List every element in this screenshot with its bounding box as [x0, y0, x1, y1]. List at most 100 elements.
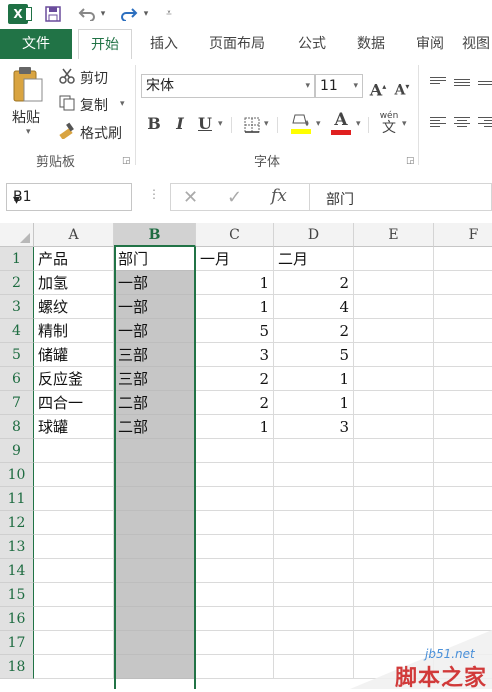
cell-d17[interactable]	[274, 631, 354, 655]
cell-f2[interactable]	[434, 271, 492, 295]
insert-function-icon[interactable]: fx	[271, 186, 287, 206]
cell-b8[interactable]: 二部	[114, 415, 196, 439]
column-header-a[interactable]: A	[34, 223, 114, 247]
cell-a2[interactable]: 加氢	[34, 271, 114, 295]
cell-e2[interactable]	[354, 271, 434, 295]
align-center-icon[interactable]	[454, 117, 470, 129]
cell-c1[interactable]: 一月	[196, 247, 274, 271]
cell-d2[interactable]: 2	[274, 271, 354, 295]
name-box[interactable]: B1 ▾	[6, 183, 132, 211]
cell-e9[interactable]	[354, 439, 434, 463]
copy-button[interactable]: 复制	[80, 95, 108, 115]
row-header[interactable]: 3	[0, 295, 34, 319]
cell-c15[interactable]	[196, 583, 274, 607]
fill-color-dropdown-icon[interactable]: ▾	[316, 119, 321, 129]
cell-f11[interactable]	[434, 487, 492, 511]
redo-dropdown-icon[interactable]: ▾	[141, 4, 151, 24]
cell-d10[interactable]	[274, 463, 354, 487]
borders-icon[interactable]	[243, 116, 261, 134]
bold-button[interactable]: B	[144, 113, 164, 135]
column-header-f[interactable]: F	[434, 223, 492, 247]
cell-d6[interactable]: 1	[274, 367, 354, 391]
customize-qat-icon[interactable]: ⩡	[162, 4, 176, 24]
cell-c14[interactable]	[196, 559, 274, 583]
row-header[interactable]: 6	[0, 367, 34, 391]
select-all-button[interactable]	[0, 223, 34, 247]
row-header[interactable]: 2	[0, 271, 34, 295]
cell-b18[interactable]	[114, 655, 196, 679]
cell-d4[interactable]: 2	[274, 319, 354, 343]
cell-b1[interactable]: 部门	[114, 247, 196, 271]
cut-icon[interactable]	[58, 67, 76, 85]
cell-a9[interactable]	[34, 439, 114, 463]
cell-a16[interactable]	[34, 607, 114, 631]
grow-font-button[interactable]: A▴	[368, 75, 388, 99]
cell-a11[interactable]	[34, 487, 114, 511]
underline-dropdown-icon[interactable]: ▾	[218, 119, 223, 129]
cell-e13[interactable]	[354, 535, 434, 559]
row-header[interactable]: 9	[0, 439, 34, 463]
font-size-combo[interactable]: 11 ▾	[315, 74, 363, 98]
row-header[interactable]: 16	[0, 607, 34, 631]
cell-c5[interactable]: 3	[196, 343, 274, 367]
cell-c3[interactable]: 1	[196, 295, 274, 319]
cell-d18[interactable]	[274, 655, 354, 679]
cell-a4[interactable]: 精制	[34, 319, 114, 343]
cell-f9[interactable]	[434, 439, 492, 463]
cell-f16[interactable]	[434, 607, 492, 631]
cell-d13[interactable]	[274, 535, 354, 559]
cell-e5[interactable]	[354, 343, 434, 367]
cell-f8[interactable]	[434, 415, 492, 439]
cell-c7[interactable]: 2	[196, 391, 274, 415]
row-header[interactable]: 8	[0, 415, 34, 439]
row-header[interactable]: 4	[0, 319, 34, 343]
cell-d12[interactable]	[274, 511, 354, 535]
paste-icon[interactable]	[10, 65, 50, 109]
cell-c11[interactable]	[196, 487, 274, 511]
cell-c4[interactable]: 5	[196, 319, 274, 343]
cell-e7[interactable]	[354, 391, 434, 415]
cell-e12[interactable]	[354, 511, 434, 535]
cell-e8[interactable]	[354, 415, 434, 439]
formula-bar-grip-icon[interactable]: ⋮	[148, 187, 160, 201]
tab-file[interactable]: 文件	[0, 29, 72, 59]
paste-dropdown-icon[interactable]: ▾	[26, 127, 31, 137]
format-painter-button[interactable]: 格式刷	[80, 123, 122, 143]
cell-c2[interactable]: 1	[196, 271, 274, 295]
row-header[interactable]: 10	[0, 463, 34, 487]
cell-d16[interactable]	[274, 607, 354, 631]
cell-d14[interactable]	[274, 559, 354, 583]
cell-d1[interactable]: 二月	[274, 247, 354, 271]
cell-f13[interactable]	[434, 535, 492, 559]
cell-b3[interactable]: 一部	[114, 295, 196, 319]
cell-a8[interactable]: 球罐	[34, 415, 114, 439]
save-icon[interactable]	[42, 4, 64, 24]
row-header[interactable]: 14	[0, 559, 34, 583]
cell-a6[interactable]: 反应釜	[34, 367, 114, 391]
cell-c10[interactable]	[196, 463, 274, 487]
tab-page-layout[interactable]: 页面布局	[198, 29, 276, 59]
cell-f1[interactable]	[434, 247, 492, 271]
phonetic-guide-icon[interactable]: wén 文	[378, 111, 400, 137]
row-header[interactable]: 12	[0, 511, 34, 535]
cell-c17[interactable]	[196, 631, 274, 655]
cell-b16[interactable]	[114, 607, 196, 631]
cell-a15[interactable]	[34, 583, 114, 607]
cell-e14[interactable]	[354, 559, 434, 583]
cell-d7[interactable]: 1	[274, 391, 354, 415]
cell-f5[interactable]	[434, 343, 492, 367]
cell-a10[interactable]	[34, 463, 114, 487]
cell-b15[interactable]	[114, 583, 196, 607]
italic-button[interactable]: I	[170, 113, 190, 135]
cell-d9[interactable]	[274, 439, 354, 463]
cell-a14[interactable]	[34, 559, 114, 583]
column-header-e[interactable]: E	[354, 223, 434, 247]
tab-view[interactable]: 视图	[462, 29, 492, 59]
column-header-c[interactable]: C	[196, 223, 274, 247]
row-header[interactable]: 18	[0, 655, 34, 679]
cell-f14[interactable]	[434, 559, 492, 583]
cell-c18[interactable]	[196, 655, 274, 679]
cell-d8[interactable]: 3	[274, 415, 354, 439]
align-middle-icon[interactable]	[454, 79, 470, 91]
row-header[interactable]: 13	[0, 535, 34, 559]
